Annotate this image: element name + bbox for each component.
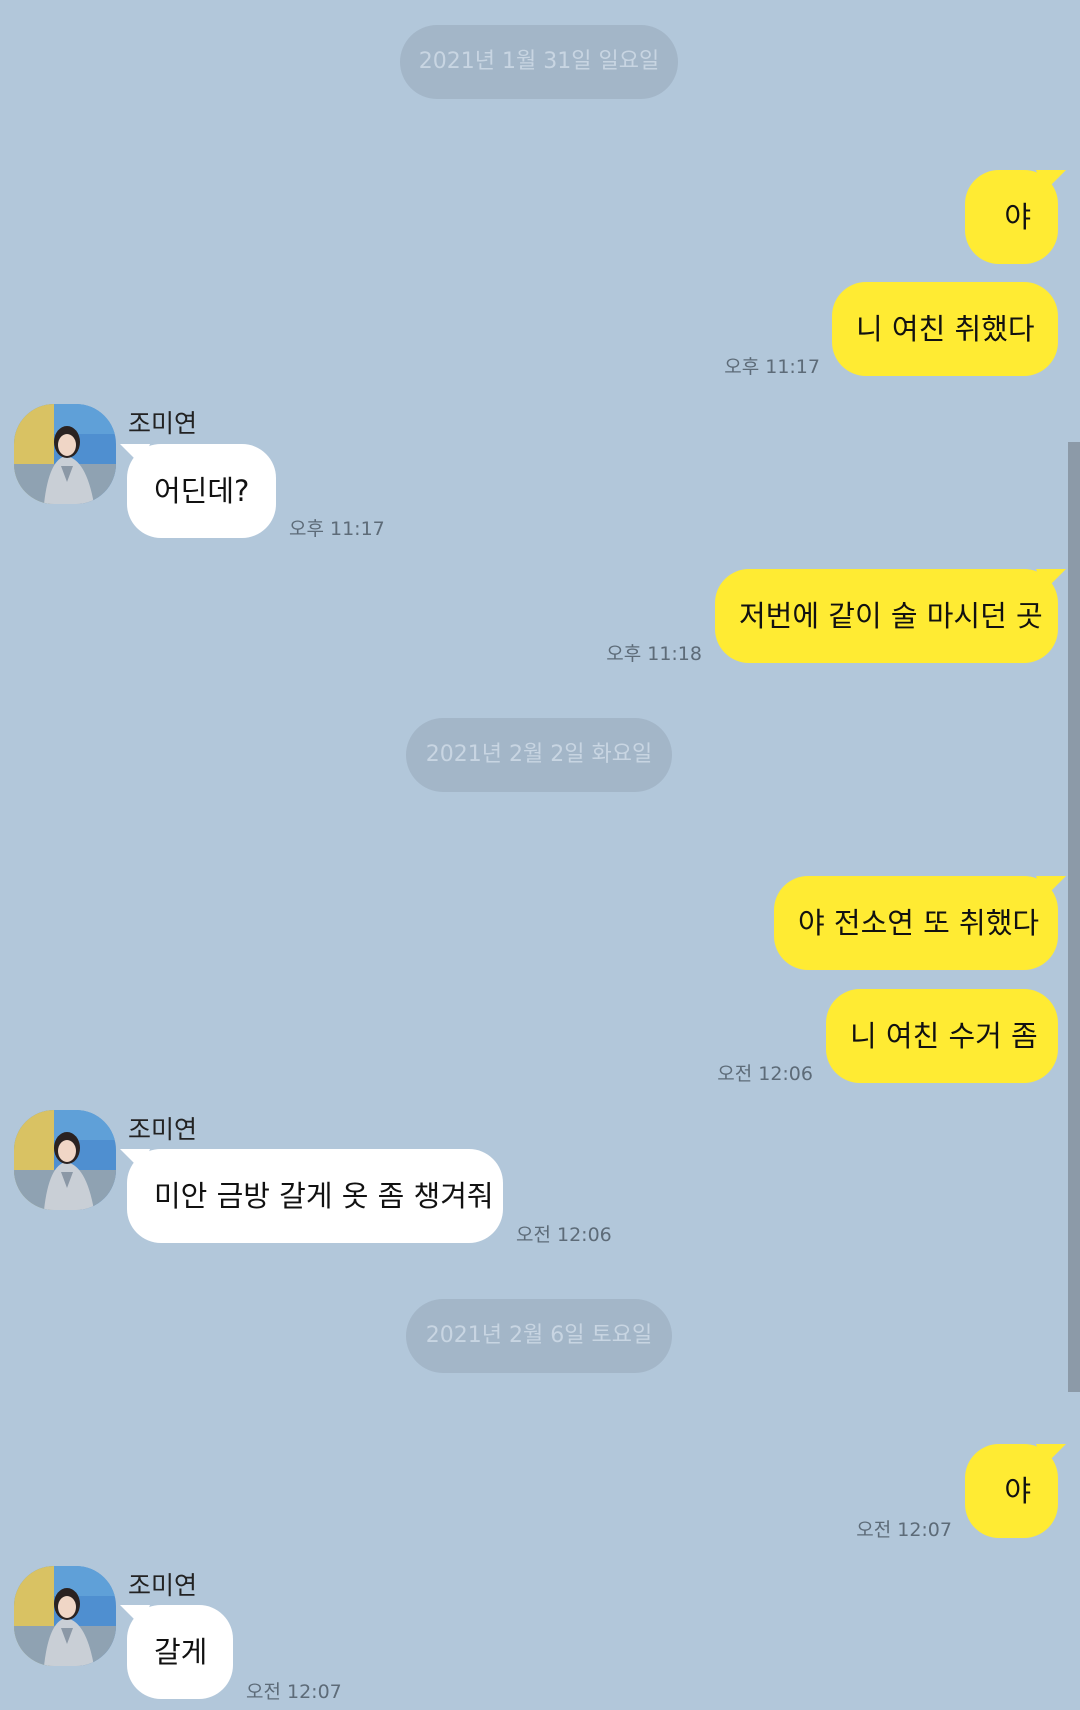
message-timestamp: 오전 12:06 <box>516 1224 612 1246</box>
bubble-tail <box>1036 1444 1066 1466</box>
chat-view[interactable]: 2021년 1월 31일 일요일 야 니 여친 취했다 오후 11:17 조미연… <box>0 0 1080 1710</box>
sender-name: 조미연 <box>128 1571 198 1600</box>
message-timestamp: 오후 11:17 <box>724 356 820 378</box>
scrollbar[interactable] <box>1068 442 1080 1392</box>
sent-message-bubble[interactable]: 저번에 같이 술 마시던 곳 <box>715 569 1058 663</box>
contact-avatar[interactable] <box>14 1566 116 1666</box>
sent-message-bubble[interactable]: 니 여친 수거 좀 <box>826 989 1058 1083</box>
sender-name: 조미연 <box>128 409 198 438</box>
bubble-tail <box>1036 170 1066 192</box>
date-separator: 2021년 2월 2일 화요일 <box>406 718 672 792</box>
message-timestamp: 오후 11:18 <box>606 643 702 665</box>
contact-avatar[interactable] <box>14 404 116 504</box>
bubble-tail <box>1036 876 1066 898</box>
message-timestamp: 오전 12:07 <box>246 1681 342 1703</box>
message-timestamp: 오후 11:17 <box>289 518 385 540</box>
sent-message-bubble[interactable]: 니 여친 취했다 <box>832 282 1058 376</box>
bubble-tail <box>120 444 150 466</box>
message-timestamp: 오전 12:07 <box>856 1519 952 1541</box>
bubble-tail <box>120 1605 150 1627</box>
bubble-tail <box>120 1149 150 1171</box>
message-timestamp: 오전 12:06 <box>717 1063 813 1085</box>
date-separator: 2021년 1월 31일 일요일 <box>400 25 678 99</box>
contact-avatar[interactable] <box>14 1110 116 1210</box>
sent-message-bubble[interactable]: 야 전소연 또 취했다 <box>774 876 1058 970</box>
received-message-bubble[interactable]: 미안 금방 갈게 옷 좀 챙겨줘 <box>127 1149 503 1243</box>
date-separator: 2021년 2월 6일 토요일 <box>406 1299 672 1373</box>
sender-name: 조미연 <box>128 1115 198 1144</box>
bubble-tail <box>1036 569 1066 591</box>
